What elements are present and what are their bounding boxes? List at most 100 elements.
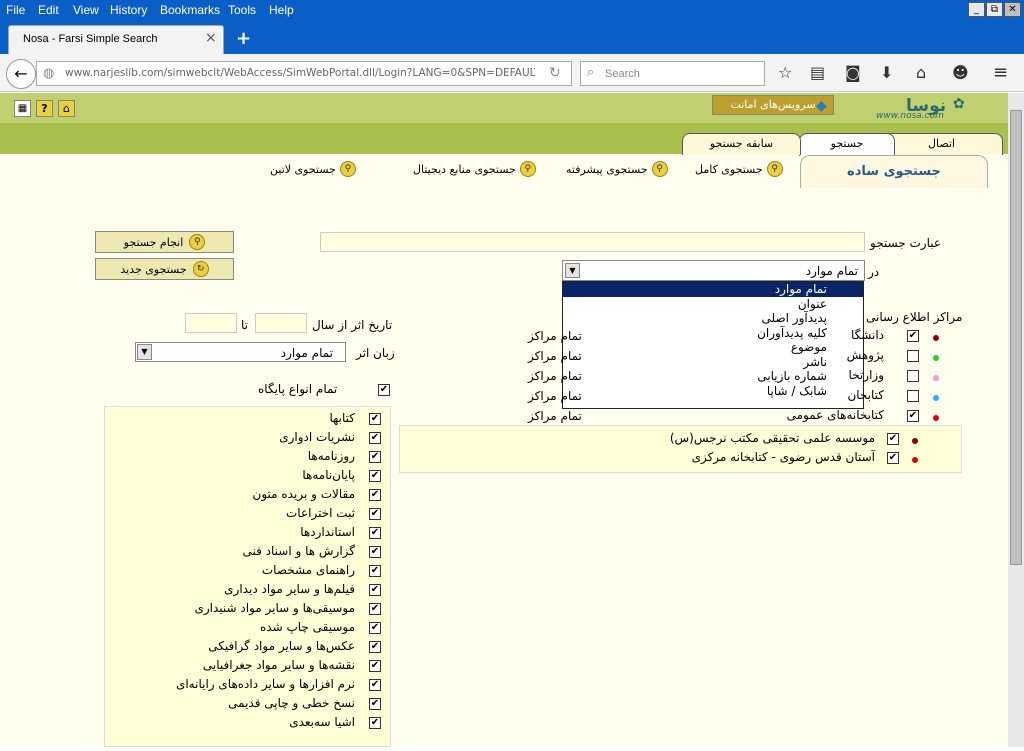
link-latin-search[interactable]: ⚲ جستجوی لاتین bbox=[270, 161, 356, 177]
date-label: تاریخ اثر از سال bbox=[312, 318, 393, 332]
field-select[interactable]: ▼ تمام موارد bbox=[562, 260, 865, 281]
library-checkbox[interactable]: ✔ bbox=[887, 433, 899, 445]
menu-edit[interactable]: Edit bbox=[38, 3, 59, 17]
menu-tools[interactable]: Tools bbox=[228, 3, 256, 17]
tab-close-icon[interactable]: × bbox=[205, 30, 217, 46]
menu-view[interactable]: View bbox=[73, 3, 99, 17]
scrollbar-thumb[interactable] bbox=[1010, 110, 1022, 565]
link-full-search-label: جستجوی کامل bbox=[695, 162, 763, 176]
tab-connect-label: اتصال bbox=[927, 137, 955, 150]
type-checkbox[interactable]: ✔ bbox=[369, 413, 381, 425]
type-label: نسخ خطی و چاپی قدیمی bbox=[228, 696, 355, 710]
site-header bbox=[0, 93, 1008, 123]
search-bar[interactable]: ⌕ Search bbox=[580, 61, 765, 86]
hamburger-menu-icon[interactable]: ≡ bbox=[993, 64, 1008, 82]
type-checkbox[interactable]: ✔ bbox=[369, 603, 381, 615]
link-full-search[interactable]: ⚲ جستجوی کامل bbox=[695, 161, 783, 177]
help-icon[interactable]: ? bbox=[36, 100, 53, 117]
search-button[interactable]: ⚲ انجام جستجو bbox=[95, 231, 234, 253]
dropdown-option[interactable]: پدیدآور اصلی bbox=[563, 311, 863, 326]
in-label: در bbox=[868, 265, 880, 279]
bookmark-star-icon[interactable]: ☆ bbox=[778, 64, 792, 82]
tab-connect[interactable]: اتصال bbox=[880, 133, 1003, 155]
back-icon[interactable]: ← bbox=[6, 59, 36, 89]
type-checkbox[interactable]: ✔ bbox=[369, 565, 381, 577]
magnifier-icon: ⚲ bbox=[339, 161, 356, 177]
refresh-icon: ↻ bbox=[192, 261, 209, 277]
date-to-input[interactable] bbox=[185, 313, 237, 333]
library-color-dot bbox=[912, 457, 918, 463]
center-label: پژوهش bbox=[846, 348, 884, 362]
magnifier-icon: ⚲ bbox=[519, 161, 536, 177]
home-page-icon[interactable]: ⌂ bbox=[58, 100, 75, 117]
reload-icon[interactable]: ↻ bbox=[549, 65, 561, 81]
menu-help[interactable]: Help bbox=[269, 3, 294, 17]
browser-tab[interactable]: Nosa - Farsi Simple Search × bbox=[8, 25, 224, 54]
restore-button[interactable]: ⧉ bbox=[986, 2, 1003, 17]
type-checkbox[interactable]: ✔ bbox=[369, 660, 381, 672]
type-checkbox[interactable]: ✔ bbox=[369, 489, 381, 501]
type-checkbox[interactable]: ✔ bbox=[369, 470, 381, 482]
query-input[interactable] bbox=[320, 232, 865, 252]
dropdown-arrow-icon[interactable]: ▼ bbox=[565, 263, 580, 278]
center-checkbox[interactable] bbox=[907, 350, 919, 362]
magnifier-icon: ⚲ bbox=[766, 161, 783, 177]
pocket-icon[interactable]: ◙ bbox=[845, 64, 861, 82]
loan-services-label: سرویس‌های امانت bbox=[730, 98, 816, 111]
new-tab-button[interactable]: + bbox=[236, 28, 251, 49]
all-centers-label: تمام مراکز bbox=[528, 349, 582, 363]
magnifier-icon: ⚲ bbox=[651, 161, 668, 177]
tab-history[interactable]: سابقه جستجو bbox=[682, 133, 801, 155]
type-checkbox[interactable]: ✔ bbox=[369, 622, 381, 634]
dropdown-option[interactable]: تمام موارد bbox=[563, 282, 863, 297]
type-checkbox[interactable]: ✔ bbox=[369, 546, 381, 558]
center-checkbox[interactable] bbox=[907, 390, 919, 402]
keyboard-icon[interactable]: ▦ bbox=[14, 100, 31, 117]
type-checkbox[interactable]: ✔ bbox=[369, 641, 381, 653]
type-checkbox[interactable]: ✔ bbox=[369, 679, 381, 691]
reading-list-icon[interactable]: ▤ bbox=[810, 64, 825, 82]
center-checkbox[interactable] bbox=[907, 370, 919, 382]
link-digital-search[interactable]: ⚲ جستجوی منابع دیجیتال bbox=[413, 161, 536, 177]
new-search-button-label: جستجوی جدید bbox=[120, 262, 187, 276]
type-checkbox[interactable]: ✔ bbox=[369, 432, 381, 444]
type-checkbox[interactable]: ✔ bbox=[369, 584, 381, 596]
type-checkbox[interactable]: ✔ bbox=[369, 508, 381, 520]
tab-history-label: سابقه جستجو bbox=[709, 137, 774, 150]
dropdown-option[interactable]: عنوان bbox=[563, 297, 863, 312]
dropdown-arrow-icon[interactable]: ▼ bbox=[137, 344, 152, 360]
menu-bookmarks[interactable]: Bookmarks bbox=[160, 3, 220, 17]
type-label: پایان‌نامه‌ها bbox=[302, 468, 355, 482]
library-checkbox[interactable]: ✔ bbox=[887, 452, 899, 464]
all-types-checkbox[interactable]: ✔ bbox=[378, 384, 390, 396]
tab-search[interactable]: جستجو bbox=[799, 133, 895, 156]
center-checkbox[interactable]: ✔ bbox=[907, 410, 919, 422]
tab-title: Nosa - Farsi Simple Search bbox=[23, 33, 158, 45]
chat-icon[interactable]: ☻ bbox=[952, 64, 969, 82]
type-label: مقالات و بریده متون bbox=[252, 487, 355, 501]
tab-simple-search[interactable]: جستجوی ساده bbox=[800, 155, 988, 188]
type-checkbox[interactable]: ✔ bbox=[369, 698, 381, 710]
centers-label: مراکز اطلاع رسانی bbox=[866, 310, 963, 324]
link-advanced-search[interactable]: ⚲ جستجوی پیشرفته bbox=[566, 161, 668, 177]
download-icon[interactable]: ⬇ bbox=[880, 64, 893, 82]
close-window-button[interactable]: ✕ bbox=[1004, 2, 1021, 17]
language-select[interactable]: ▼ تمام موارد bbox=[135, 342, 346, 362]
menu-file[interactable]: File bbox=[6, 3, 25, 17]
center-checkbox[interactable]: ✔ bbox=[907, 330, 919, 342]
type-checkbox[interactable]: ✔ bbox=[369, 451, 381, 463]
home-icon[interactable]: ⌂ bbox=[916, 64, 926, 82]
type-label: نشریات ادواری bbox=[279, 430, 355, 444]
minimize-button[interactable]: _ bbox=[968, 2, 985, 17]
type-label: نقشه‌ها و سایر مواد جغرافیایی bbox=[202, 658, 355, 672]
url-bar[interactable]: ◍ www.narjeslib.com/simwebclt/WebAccess/… bbox=[36, 61, 572, 86]
date-from-input[interactable] bbox=[255, 313, 307, 333]
type-checkbox[interactable]: ✔ bbox=[369, 717, 381, 729]
type-checkbox[interactable]: ✔ bbox=[369, 527, 381, 539]
menu-history[interactable]: History bbox=[110, 3, 147, 17]
new-search-button[interactable]: ↻ جستجوی جدید bbox=[95, 258, 234, 280]
tab-simple-search-label: جستجوی ساده bbox=[847, 164, 941, 179]
tab-search-label: جستجو bbox=[830, 137, 864, 150]
all-types-label: تمام انواع پایگاه bbox=[258, 382, 338, 396]
library-label: موسسه علمی تحقیقی مکتب نرجس(س) bbox=[669, 431, 875, 445]
